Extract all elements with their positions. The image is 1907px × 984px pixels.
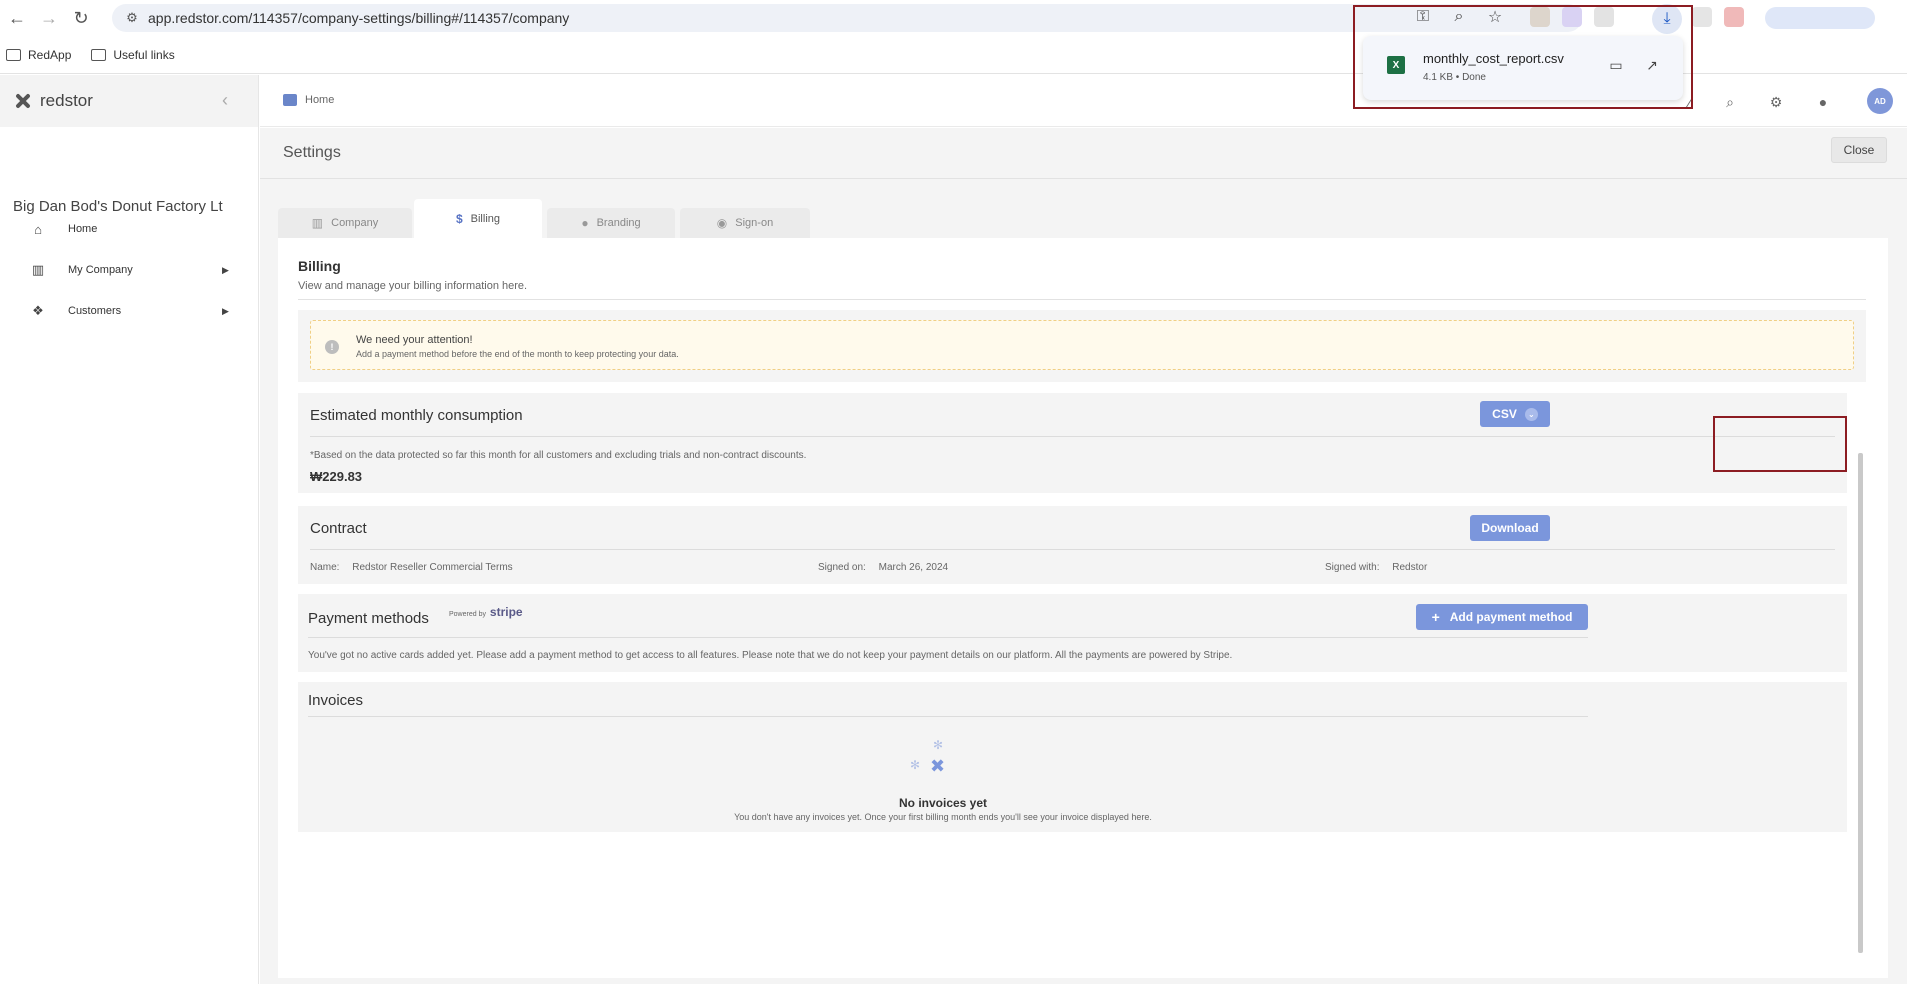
divider	[260, 178, 1907, 179]
download-item[interactable]: X monthly_cost_report.csv 4.1 KB • Done …	[1363, 36, 1683, 100]
tab-sign-on[interactable]: ◉ Sign-on	[680, 208, 810, 238]
empty-invoices-title: No invoices yet	[898, 796, 988, 810]
brand-bar: redstor ‹	[0, 75, 258, 127]
building-icon: ▥	[311, 216, 324, 230]
sidebar-item-customers[interactable]: ❖ Customers ▶	[30, 303, 230, 319]
open-external-icon[interactable]: ↗	[1642, 55, 1662, 75]
divider	[298, 299, 1866, 300]
search-report-icon[interactable]: ⌕	[1720, 92, 1740, 112]
profile-button[interactable]	[1765, 7, 1875, 29]
collapse-sidebar-icon[interactable]: ‹	[222, 90, 228, 111]
sidebar-item-my-company[interactable]: ▥ My Company ▶	[30, 262, 230, 278]
breadcrumb-home[interactable]: Home	[305, 94, 334, 106]
invoices-panel: Invoices ✻ ✻ ✖ No invoices yet You don't…	[298, 682, 1847, 832]
payment-panel: Payment methods Powered by stripe + Add …	[298, 594, 1847, 672]
consumption-amount: ₩229.83	[310, 469, 363, 484]
contract-panel: Contract Download Name: Redstor Reseller…	[298, 506, 1847, 584]
company-name: Big Dan Bod's Donut Factory Lt	[13, 198, 223, 215]
url-text: app.redstor.com/114357/company-settings/…	[148, 10, 570, 26]
reload-icon[interactable]: ↻	[66, 3, 96, 33]
tab-company[interactable]: ▥ Company	[278, 208, 412, 238]
invoices-title: Invoices	[308, 692, 364, 709]
building-icon: ▥	[31, 262, 45, 277]
empty-invoices-body: You don't have any invoices yet. Once yo…	[734, 812, 1152, 822]
settings-area: Settings Close ▥ Company $ Billing ● Brandi…	[260, 128, 1907, 984]
home-icon[interactable]	[283, 94, 297, 106]
payment-note: You've got no active cards added yet. Pl…	[308, 650, 1233, 661]
notifications-icon[interactable]: ●	[1813, 92, 1833, 112]
caret-right-icon: ▶	[222, 264, 229, 275]
extension-icon[interactable]	[1692, 7, 1712, 27]
bookmark-redapp[interactable]: RedApp	[6, 48, 71, 62]
contract-signed-on: Signed on: March 26, 2024	[818, 562, 949, 573]
customers-icon: ❖	[32, 303, 44, 318]
extension-icons-right	[1692, 7, 1744, 27]
tab-billing[interactable]: $ Billing	[414, 199, 542, 238]
page-title: Settings	[283, 144, 341, 161]
plus-icon: +	[1431, 609, 1440, 625]
extension-icon[interactable]	[1724, 7, 1744, 27]
close-button[interactable]: Close	[1831, 137, 1887, 163]
add-payment-method-button[interactable]: + Add payment method	[1416, 604, 1588, 630]
attention-alert: ! We need your attention! Add a payment …	[310, 320, 1854, 370]
chevron-down-icon: ⌄	[1524, 407, 1538, 421]
dollar-icon: $	[455, 211, 463, 226]
payment-title: Payment methods	[308, 610, 429, 627]
warning-icon: !	[325, 340, 339, 354]
csv-download-button[interactable]: CSV ⌄	[1480, 401, 1550, 427]
redstor-logo-icon	[12, 90, 34, 112]
back-icon[interactable]: ←	[2, 3, 32, 33]
folder-icon[interactable]: ▭	[1606, 55, 1626, 75]
consumption-title: Estimated monthly consumption	[310, 407, 523, 424]
contract-signed-with: Signed with: Redstor	[1325, 562, 1428, 573]
site-info-icon[interactable]: ⚙	[118, 4, 146, 32]
csv-button-highlight	[1713, 416, 1847, 472]
divider	[310, 436, 1835, 437]
avatar[interactable]: AD	[1867, 88, 1893, 114]
brand-name: redstor	[40, 91, 93, 110]
sidebar-item-home[interactable]: ⌂ Home	[30, 221, 230, 237]
billing-card: Billing View and manage your billing inf…	[278, 238, 1888, 978]
contract-download-button[interactable]: Download	[1470, 515, 1550, 541]
divider	[308, 637, 1588, 638]
caret-right-icon: ▶	[222, 305, 229, 316]
section-subtitle: View and manage your billing information…	[298, 280, 528, 292]
scrollbar[interactable]	[1858, 453, 1863, 953]
alert-title: We need your attention!	[356, 334, 473, 346]
contract-title: Contract	[310, 520, 367, 537]
brush-icon: ●	[581, 216, 589, 230]
sidebar: redstor ‹ Big Dan Bod's Donut Factory Lt…	[0, 75, 259, 984]
divider	[310, 549, 1835, 550]
consumption-note: *Based on the data protected so far this…	[310, 450, 807, 461]
forward-icon[interactable]: →	[34, 3, 64, 33]
stripe-badge: Powered by stripe	[449, 605, 523, 619]
download-meta: 4.1 KB • Done	[1423, 72, 1486, 83]
folder-icon	[91, 48, 107, 61]
empty-invoices-icon: ✻ ✻ ✖	[910, 738, 946, 776]
section-title: Billing	[298, 258, 341, 274]
alert-body: Add a payment method before the end of t…	[356, 349, 679, 359]
folder-icon	[6, 48, 21, 61]
divider	[308, 716, 1588, 717]
consumption-panel: Estimated monthly consumption CSV ⌄ *Bas…	[298, 393, 1847, 493]
eye-icon: ◉	[716, 216, 728, 230]
home-icon: ⌂	[34, 221, 42, 237]
contract-name: Name: Redstor Reseller Commercial Terms	[310, 562, 513, 573]
excel-file-icon: X	[1387, 56, 1405, 74]
tab-branding[interactable]: ● Branding	[547, 208, 675, 238]
alert-container: ! We need your attention! Add a payment …	[298, 310, 1866, 382]
download-filename: monthly_cost_report.csv	[1423, 51, 1564, 66]
gear-icon[interactable]: ⚙	[1766, 92, 1786, 112]
bookmark-useful-links[interactable]: Useful links	[91, 48, 175, 62]
